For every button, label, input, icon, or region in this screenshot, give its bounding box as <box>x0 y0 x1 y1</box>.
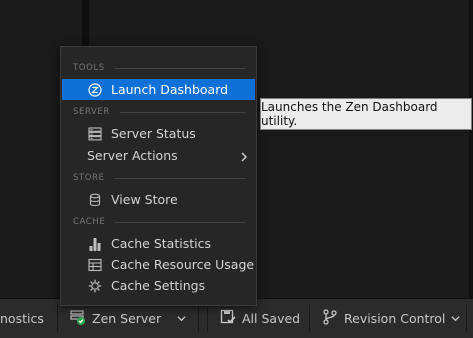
divider <box>114 177 245 179</box>
menu-item-label: Launch Dashboard <box>111 82 229 97</box>
menu-item-label: Cache Statistics <box>111 236 211 251</box>
separator <box>309 305 310 332</box>
section-label: SERVER <box>73 107 110 117</box>
divider <box>119 111 245 113</box>
section-tools: TOOLS <box>61 61 256 75</box>
section-label: CACHE <box>73 217 106 227</box>
branch-icon <box>322 309 338 328</box>
all-saved-label: All Saved <box>242 311 301 326</box>
bar-chart-icon <box>87 236 103 252</box>
save-check-icon <box>220 309 236 328</box>
separator <box>198 305 199 332</box>
gear-icon <box>87 278 103 294</box>
diagnostics-button[interactable]: nostics <box>0 299 44 338</box>
section-server: SERVER <box>61 105 256 119</box>
chevron-down-icon <box>451 311 460 326</box>
right-edge <box>469 0 473 298</box>
server-icon <box>87 126 103 142</box>
table-icon <box>87 257 103 273</box>
chevron-down-icon <box>177 311 186 326</box>
section-store: STORE <box>61 171 256 185</box>
divider <box>115 221 245 223</box>
database-icon <box>87 192 103 208</box>
separator <box>57 305 58 332</box>
tooltip: Launches the Zen Dashboard utility. <box>260 98 472 130</box>
menu-item-label: Server Status <box>111 126 196 141</box>
menu-item-server-actions[interactable]: Server Actions <box>62 145 255 166</box>
separator <box>207 305 208 332</box>
menu-item-cache-statistics[interactable]: Cache Statistics <box>62 233 255 254</box>
zen-server-menu: TOOLS Launch Dashboard SERVER Server Sta… <box>60 46 257 306</box>
section-label: STORE <box>73 173 105 183</box>
tooltip-text: Launches the Zen Dashboard utility. <box>261 100 438 128</box>
menu-item-server-status[interactable]: Server Status <box>62 123 255 144</box>
revision-control-button[interactable]: Revision Control <box>322 299 460 338</box>
section-cache: CACHE <box>61 215 256 229</box>
divider <box>114 67 245 69</box>
chevron-right-icon <box>239 150 249 165</box>
section-label: TOOLS <box>73 63 105 73</box>
menu-item-label: View Store <box>111 192 178 207</box>
separator <box>466 305 467 332</box>
diagnostics-label: nostics <box>0 311 44 326</box>
menu-item-cache-settings[interactable]: Cache Settings <box>62 275 255 296</box>
menu-item-launch-dashboard[interactable]: Launch Dashboard <box>62 79 255 100</box>
zen-logo-icon <box>87 82 103 98</box>
revision-control-label: Revision Control <box>344 311 446 326</box>
menu-item-label: Cache Resource Usage <box>111 257 255 272</box>
menu-item-label: Server Actions <box>87 148 178 163</box>
zen-server-icon <box>70 309 86 328</box>
menu-item-label: Cache Settings <box>111 278 206 293</box>
zen-server-label: Zen Server <box>92 311 162 326</box>
menu-item-view-store[interactable]: View Store <box>62 189 255 210</box>
menu-item-cache-resource-usage[interactable]: Cache Resource Usage <box>62 254 255 275</box>
